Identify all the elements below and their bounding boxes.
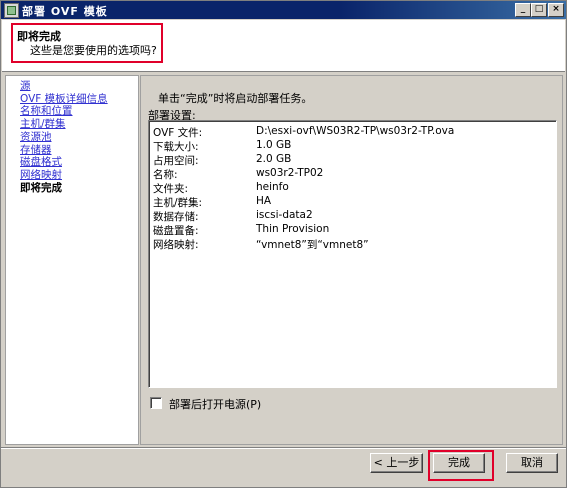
app-icon	[4, 3, 19, 18]
power-on-label[interactable]: 部署后打开电源(P)	[169, 396, 261, 412]
header-pane: 即将完成 这些是您要使用的选项吗?	[2, 20, 565, 72]
setting-value: heinfo	[256, 181, 289, 193]
instruction-text: 单击“完成”时将启动部署任务。	[158, 92, 313, 105]
setting-key: 数据存储:	[153, 211, 199, 223]
nav-item-source[interactable]: 源	[20, 80, 31, 92]
nav-item-name-location[interactable]: 名称和位置	[20, 105, 73, 117]
setting-key: 下载大小:	[153, 141, 199, 153]
title-bar[interactable]: 部署 OVF 模板 _ □ ×	[1, 1, 566, 19]
setting-value: iscsi-data2	[256, 209, 313, 221]
deploy-ovf-window: 部署 OVF 模板 _ □ × 即将完成 这些是您要使用的选项吗? 源 OVF …	[0, 0, 567, 488]
setting-value: ws03r2-TP02	[256, 167, 324, 179]
back-button[interactable]: < 上一步	[370, 453, 423, 473]
setting-key: 文件夹:	[153, 183, 189, 195]
nav-item-host-cluster[interactable]: 主机/群集	[20, 118, 66, 130]
nav-item-storage[interactable]: 存储器	[20, 144, 52, 156]
finish-button[interactable]: 完成	[433, 453, 485, 473]
window-title: 部署 OVF 模板	[22, 5, 108, 18]
setting-key: 磁盘置备:	[153, 225, 199, 237]
power-on-checkbox[interactable]	[150, 397, 162, 409]
footer-divider	[1, 447, 566, 449]
minimize-button[interactable]: _	[515, 3, 531, 17]
setting-value: Thin Provision	[256, 223, 330, 235]
wizard-steps-nav: 源 OVF 模板详细信息 名称和位置 主机/群集 资源池 存储器 磁盘格式 网络…	[5, 75, 139, 445]
header-highlight-box: 即将完成 这些是您要使用的选项吗?	[11, 23, 163, 63]
nav-item-ovf-details[interactable]: OVF 模板详细信息	[20, 93, 108, 105]
setting-value: D:\esxi-ovf\WS03R2-TP\ws03r2-TP.ova	[256, 125, 455, 137]
setting-key: 占用空间:	[153, 155, 199, 167]
setting-key: 名称:	[153, 169, 178, 181]
setting-key: 网络映射:	[153, 239, 199, 251]
setting-value: “vmnet8”到“vmnet8”	[256, 239, 369, 251]
deploy-settings-list[interactable]: OVF 文件: D:\esxi-ovf\WS03R2-TP\ws03r2-TP.…	[148, 120, 557, 388]
setting-value: 1.0 GB	[256, 139, 292, 151]
setting-value: HA	[256, 195, 272, 207]
maximize-button[interactable]: □	[531, 3, 547, 17]
nav-item-disk-format[interactable]: 磁盘格式	[20, 156, 62, 168]
close-button[interactable]: ×	[548, 3, 564, 17]
setting-key: 主机/群集:	[153, 197, 203, 209]
nav-item-ready-to-complete: 即将完成	[20, 182, 62, 194]
cancel-button[interactable]: 取消	[506, 453, 558, 473]
main-pane: 单击“完成”时将启动部署任务。 部署设置: OVF 文件: D:\esxi-ov…	[140, 75, 563, 445]
page-subtitle: 这些是您要使用的选项吗?	[30, 44, 157, 57]
nav-item-network-mapping[interactable]: 网络映射	[20, 169, 62, 181]
nav-item-resource-pool[interactable]: 资源池	[20, 131, 52, 143]
setting-value: 2.0 GB	[256, 153, 292, 165]
setting-key: OVF 文件:	[153, 127, 203, 139]
